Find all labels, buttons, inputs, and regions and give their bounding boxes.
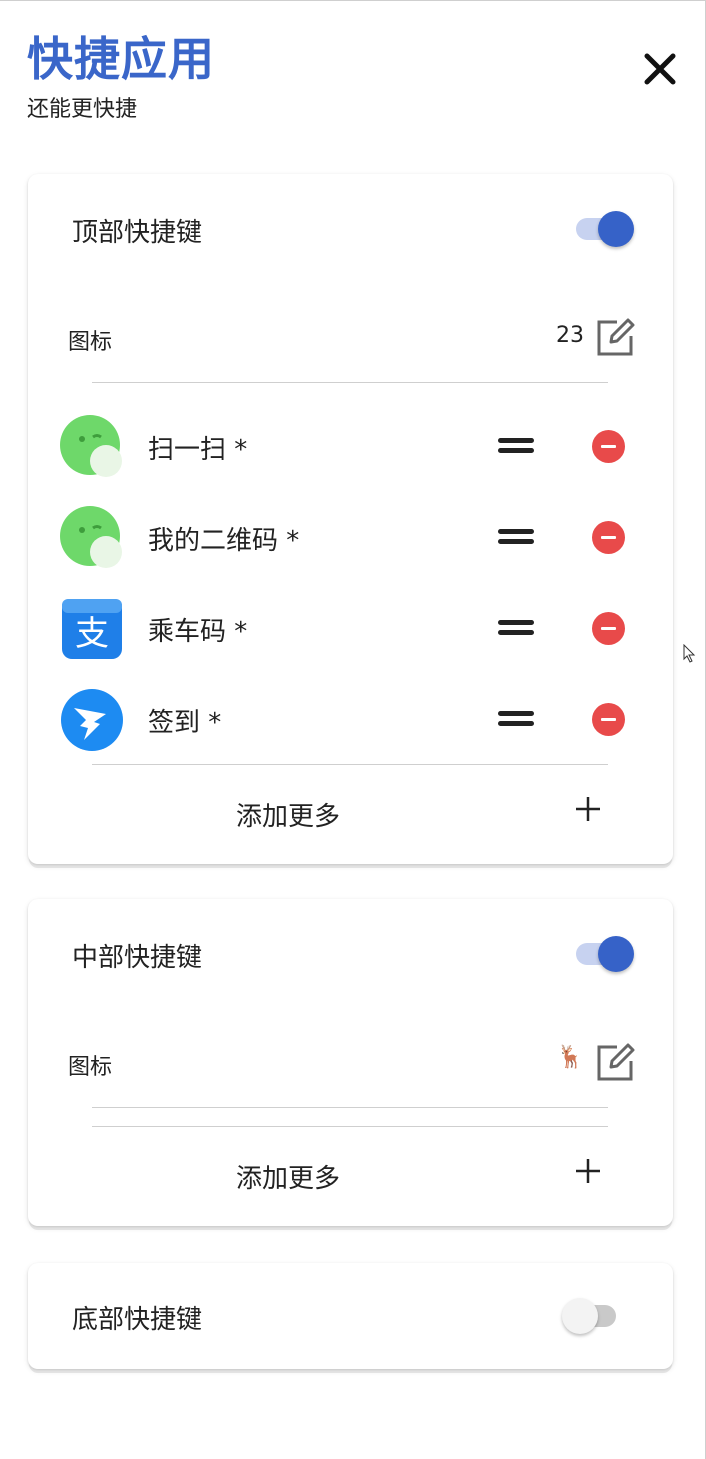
divider: [92, 382, 608, 383]
add-more-label: 添加更多: [236, 1164, 341, 1194]
toggle-thumb: [598, 211, 634, 247]
remove-button[interactable]: [592, 703, 625, 736]
wechat-icon: [60, 415, 122, 477]
page-subtitle: 还能更快捷: [27, 97, 138, 122]
svg-text:支: 支: [75, 614, 109, 654]
shortcut-name: 我的二维码 *: [148, 526, 300, 556]
icon-setting-value: 🦌: [556, 1045, 584, 1070]
middle-shortcuts-title: 中部快捷键: [72, 943, 203, 973]
bottom-shortcuts-toggle[interactable]: [562, 1295, 622, 1335]
middle-shortcuts-card: 中部快捷键 图标 🦌 添加更多: [28, 899, 673, 1226]
drag-handle[interactable]: [496, 613, 536, 643]
divider: [92, 1107, 608, 1108]
plus-icon: [576, 1159, 600, 1183]
shortcut-item: 扫一扫 *: [28, 405, 673, 485]
remove-button[interactable]: [592, 612, 625, 645]
divider: [92, 1126, 608, 1127]
toggle-thumb: [598, 936, 634, 972]
close-button[interactable]: [638, 47, 682, 91]
alipay-icon: 支: [62, 599, 122, 659]
icon-setting-value: 23: [556, 323, 584, 348]
shortcut-item: 签到 *: [28, 678, 673, 758]
edit-icon-button[interactable]: [595, 1043, 635, 1083]
edit-icon: [597, 1043, 635, 1081]
close-icon: [644, 53, 676, 85]
top-shortcuts-title: 顶部快捷键: [72, 218, 203, 248]
middle-shortcuts-toggle[interactable]: [574, 933, 634, 973]
page-title: 快捷应用: [27, 32, 215, 86]
icon-setting-label: 图标: [68, 330, 113, 355]
mouse-cursor-icon: [683, 644, 696, 663]
shortcut-name: 扫一扫 *: [148, 435, 248, 465]
drag-handle[interactable]: [496, 431, 536, 461]
remove-button[interactable]: [592, 521, 625, 554]
shortcut-name: 乘车码 *: [148, 617, 248, 647]
top-shortcuts-toggle[interactable]: [574, 208, 634, 248]
shortcut-name: 签到 *: [148, 708, 222, 738]
add-more-label: 添加更多: [236, 802, 341, 832]
remove-button[interactable]: [592, 430, 625, 463]
add-more-button[interactable]: 添加更多: [28, 1144, 673, 1204]
bottom-shortcuts-title: 底部快捷键: [72, 1305, 203, 1335]
top-shortcuts-card: 顶部快捷键 图标 23 扫一扫 * 我的二维码 * 支 乘车码 * 签到 * 添…: [28, 174, 673, 864]
add-more-button[interactable]: 添加更多: [28, 782, 673, 842]
edit-icon-button[interactable]: [595, 318, 635, 358]
icon-setting-label: 图标: [68, 1055, 113, 1080]
dingtalk-icon: [61, 689, 123, 751]
toggle-thumb: [562, 1298, 598, 1334]
drag-handle[interactable]: [496, 704, 536, 734]
plus-icon: [576, 797, 600, 821]
bottom-shortcuts-card: 底部快捷键: [28, 1263, 673, 1369]
shortcut-item: 我的二维码 *: [28, 496, 673, 576]
edit-icon: [597, 318, 635, 356]
shortcut-item: 支 乘车码 *: [28, 587, 673, 667]
quick-apps-page: 快捷应用 还能更快捷 顶部快捷键 图标 23 扫一扫 * 我的二维码 * 支 乘…: [0, 0, 706, 1459]
drag-handle[interactable]: [496, 522, 536, 552]
divider: [92, 764, 608, 765]
wechat-icon: [60, 506, 122, 568]
